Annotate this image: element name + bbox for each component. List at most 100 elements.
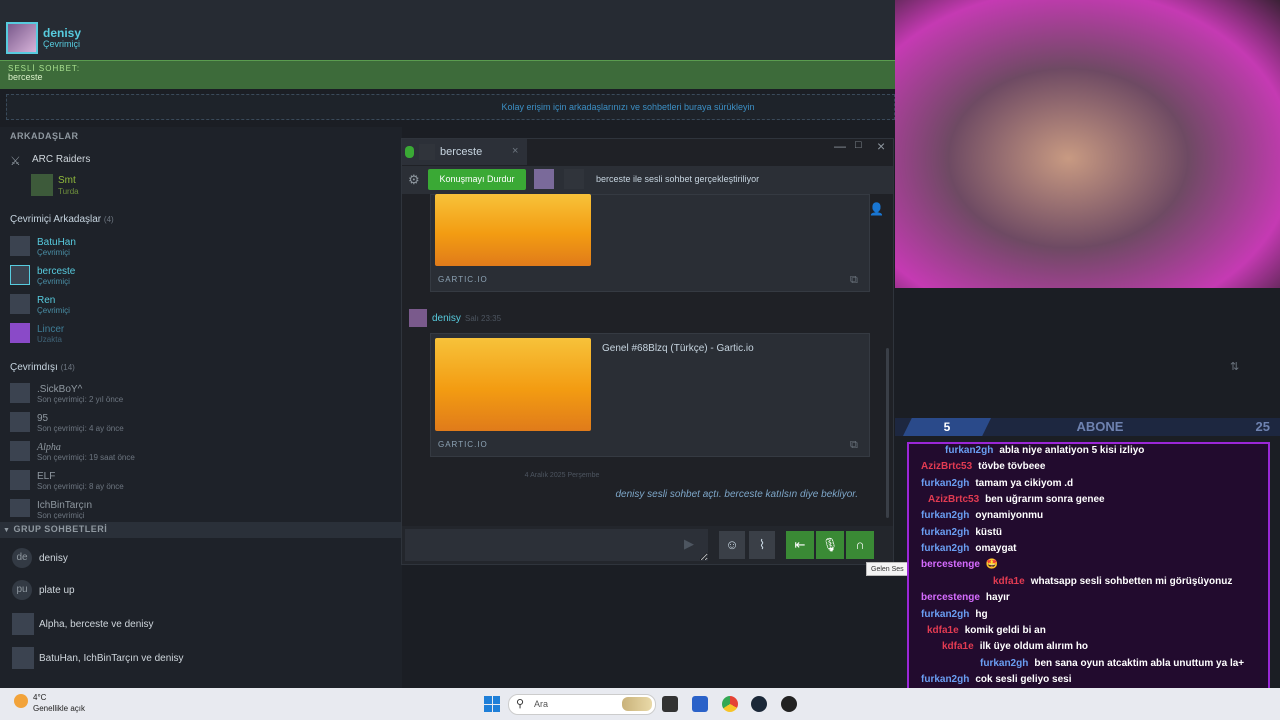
stream-chat-username[interactable]: furkan2gh <box>921 609 969 620</box>
avatar[interactable] <box>10 236 30 256</box>
sort-icon[interactable]: ⇅ <box>1230 360 1239 373</box>
friend-name[interactable]: Lincer <box>37 324 64 335</box>
copy-icon[interactable]: ⧉ <box>850 274 858 287</box>
stream-chat-username[interactable]: furkan2gh <box>945 445 993 456</box>
friend-name[interactable]: IchBinTarçın <box>37 500 92 511</box>
friend-status: Son çevrimiçi <box>37 511 85 519</box>
stream-chat-line: furkan2gh tamam ya cikiyom .d <box>921 478 1073 489</box>
stream-chat-username[interactable]: furkan2gh <box>921 527 969 538</box>
friend-name[interactable]: Ren <box>37 295 55 306</box>
stream-chat-line: kdfa1e ilk üye oldum alırım ho <box>942 641 1088 652</box>
gear-icon[interactable]: ⚙ <box>408 172 420 188</box>
friend-name[interactable]: Smt <box>58 175 76 186</box>
stream-chat-username[interactable]: furkan2gh <box>921 478 969 489</box>
voice-chat-room[interactable]: berceste <box>8 72 43 82</box>
avatar[interactable] <box>409 309 427 327</box>
stream-chat-username[interactable]: AzizBrtc53 <box>928 494 979 505</box>
weather-temperature[interactable]: 4°C <box>33 693 46 702</box>
stream-chat-username[interactable]: bercestenge <box>921 592 980 603</box>
gartic-thumbnail[interactable] <box>435 194 591 266</box>
chat-tab-label: berceste <box>440 146 483 158</box>
stream-chat-username[interactable]: furkan2gh <box>921 543 969 554</box>
avatar[interactable] <box>31 174 53 196</box>
close-tab-icon[interactable]: × <box>512 145 518 157</box>
avatar[interactable] <box>10 441 30 461</box>
message-sender[interactable]: denisy <box>432 313 461 324</box>
friend-name[interactable]: 95 <box>37 413 48 424</box>
friend-name[interactable]: Alpha <box>37 442 61 453</box>
task-view-icon[interactable] <box>662 696 678 712</box>
stream-chat-username[interactable]: furkan2gh <box>980 658 1028 669</box>
gartic-thumbnail[interactable] <box>435 338 591 431</box>
stream-chat-line: furkan2gh küstü <box>921 527 1002 538</box>
stream-chat-username[interactable]: furkan2gh <box>921 510 969 521</box>
stop-talking-button[interactable]: Konuşmayı Durdur <box>428 169 526 190</box>
leave-voice-icon[interactable]: ⇤ <box>786 531 814 559</box>
store-icon[interactable] <box>692 696 708 712</box>
profile-name[interactable]: denisy <box>43 26 81 40</box>
stream-chat-text: komik geldi bi an <box>964 625 1046 636</box>
stream-chat-username[interactable]: kdfa1e <box>927 625 959 636</box>
chrome-icon[interactable] <box>722 696 738 712</box>
group-name[interactable]: plate up <box>39 585 75 596</box>
avatar[interactable] <box>10 323 30 343</box>
stream-chat-username[interactable]: kdfa1e <box>942 641 974 652</box>
chat-scrollbar[interactable] <box>886 348 889 518</box>
emoji-icon[interactable]: ☺ <box>719 531 745 559</box>
maximize-icon[interactable]: □ <box>855 139 862 151</box>
group-name[interactable]: denisy <box>39 553 68 564</box>
obs-icon[interactable] <box>781 696 797 712</box>
copy-icon[interactable]: ⧉ <box>850 439 858 452</box>
steam-icon[interactable] <box>751 696 767 712</box>
game-icon: ⚔ <box>10 154 21 168</box>
avatar[interactable] <box>10 383 30 403</box>
friend-status: Son çevrimiçi: 8 ay önce <box>37 482 124 491</box>
card-title[interactable]: Genel #68Blzq (Türkçe) - Gartic.io <box>602 343 754 354</box>
avatar[interactable] <box>10 265 30 285</box>
stream-chat-username[interactable]: AzizBrtc53 <box>921 461 972 472</box>
profile-status: Çevrimiçi <box>43 39 80 49</box>
stream-chat-text: tövbe tövbeee <box>978 461 1046 472</box>
avatar <box>534 169 554 189</box>
friend-status: Çevrimiçi <box>37 277 70 286</box>
send-icon[interactable]: ▶ <box>684 536 694 552</box>
attach-icon[interactable]: ⌇ <box>749 531 775 559</box>
start-icon[interactable] <box>484 696 500 712</box>
group-name[interactable]: BatuHan, IchBinTarçın ve denisy <box>39 653 184 664</box>
stream-chat-text: ben sana oyun atcaktim abla unuttum ya l… <box>1034 658 1245 669</box>
stream-chat-username[interactable]: furkan2gh <box>921 674 969 685</box>
search-icon: ⚲ <box>516 698 525 710</box>
stream-chat-username[interactable]: kdfa1e <box>993 576 1025 587</box>
avatar[interactable] <box>10 499 30 517</box>
friend-name[interactable]: BatuHan <box>37 237 76 248</box>
avatar[interactable] <box>6 22 38 54</box>
offline-friends-header[interactable]: Çevrimdışı (14) <box>10 362 75 373</box>
avatar[interactable] <box>10 294 30 314</box>
card-caption: GARTIC.IO <box>438 440 488 449</box>
group-name[interactable]: Alpha, berceste ve denisy <box>39 619 154 630</box>
stream-chat-line: AzizBrtc53 ben uğrarım sonra genee <box>928 494 1105 505</box>
weather-icon[interactable] <box>14 694 28 708</box>
avatar[interactable] <box>10 412 30 432</box>
microphone-icon[interactable]: 🎙 <box>816 531 844 559</box>
friend-name[interactable]: .SickBoY^ <box>37 384 82 395</box>
close-window-icon[interactable]: × <box>877 138 885 154</box>
voice-chat-bar[interactable] <box>0 60 895 89</box>
voice-status-text: berceste ile sesli sohbet gerçekleştiril… <box>596 174 760 184</box>
online-friends-header[interactable]: Çevrimiçi Arkadaşlar (4) <box>10 214 114 225</box>
minimize-icon[interactable]: — <box>834 139 846 153</box>
headphones-icon[interactable]: ∩ <box>846 531 874 559</box>
avatar[interactable] <box>10 470 30 490</box>
stream-chat-line: kdfa1e whatsapp sesli sohbetten mi görüşü… <box>993 576 1232 587</box>
friend-status: Son çevrimiçi: 19 saat önce <box>37 453 135 462</box>
weather-description[interactable]: Genellikle açık <box>33 704 85 713</box>
friend-name[interactable]: ELF <box>37 471 55 482</box>
group-avatar <box>12 647 34 669</box>
stream-chat-text: küstü <box>975 527 1003 538</box>
friend-status: Son çevrimiçi: 2 yıl önce <box>37 395 124 404</box>
stream-chat-username[interactable]: bercestenge <box>921 559 980 570</box>
stream-chat-text: hg <box>975 609 988 620</box>
friend-name[interactable]: berceste <box>37 266 75 277</box>
search-highlight-icon <box>622 697 652 711</box>
chat-input[interactable] <box>405 529 708 561</box>
